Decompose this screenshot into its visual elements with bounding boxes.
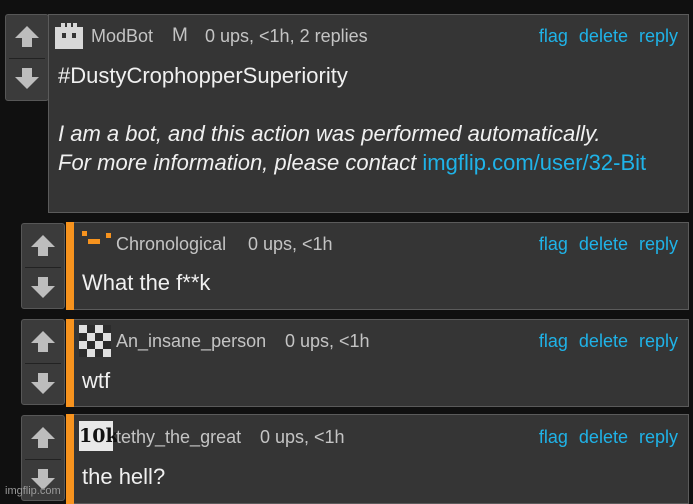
comment-an-insane-person: An_insane_person 0 ups, <1h flag delete …	[66, 319, 689, 407]
vote-box	[21, 223, 65, 309]
new-comment-stripe	[66, 319, 74, 407]
vote-divider	[25, 363, 61, 364]
comment-text: wtf	[82, 368, 111, 393]
comment-actions: flag delete reply	[533, 331, 678, 352]
downvote-button[interactable]	[22, 365, 64, 403]
new-comment-stripe	[66, 414, 74, 504]
mod-badge: M	[172, 25, 188, 46]
upvote-arrow-icon	[31, 235, 55, 256]
downvote-arrow-icon	[31, 277, 55, 298]
delete-link[interactable]: delete	[579, 331, 628, 351]
new-comment-stripe	[66, 222, 74, 310]
imgflip-watermark: imgflip.com	[5, 485, 61, 497]
flag-link[interactable]: flag	[539, 234, 568, 254]
vote-box	[5, 14, 49, 101]
reply-link[interactable]: reply	[639, 26, 678, 46]
reply-link[interactable]: reply	[639, 331, 678, 351]
vote-divider	[25, 459, 61, 460]
avatar[interactable]	[54, 21, 84, 56]
comment-text: the hell?	[82, 464, 166, 489]
comment-text: What the f**k	[82, 270, 211, 295]
flag-link[interactable]: flag	[539, 331, 568, 351]
upvote-arrow-icon	[31, 427, 55, 448]
flag-link[interactable]: flag	[539, 26, 568, 46]
comment-meta: 0 ups, <1h	[248, 234, 333, 254]
checker-avatar-icon	[79, 325, 111, 357]
comment-actions: flag delete reply	[533, 234, 678, 255]
upvote-button[interactable]	[22, 322, 64, 360]
bot-notice-text: For more information, please contact	[58, 150, 417, 175]
contact-link[interactable]: imgflip.com/user/32-Bit	[422, 150, 646, 175]
username[interactable]: ModBot	[91, 26, 153, 47]
username[interactable]: Chronological	[116, 234, 226, 255]
vote-divider	[9, 58, 45, 59]
avatar[interactable]	[79, 325, 111, 362]
comment-meta: 0 ups, <1h, 2 replies	[205, 26, 368, 46]
castle-avatar-icon	[55, 23, 83, 49]
upvote-arrow-icon	[31, 331, 55, 352]
upvote-button[interactable]	[6, 17, 48, 55]
avatar[interactable]: 10k	[79, 421, 119, 451]
reply-link[interactable]: reply	[639, 427, 678, 447]
username[interactable]: An_insane_person	[116, 331, 266, 352]
comment-chronological: Chronological 0 ups, <1h flag delete rep…	[66, 222, 689, 310]
delete-link[interactable]: delete	[579, 427, 628, 447]
flag-link[interactable]: flag	[539, 427, 568, 447]
vote-box	[21, 319, 65, 405]
upvote-button[interactable]	[22, 226, 64, 264]
upvote-arrow-icon	[15, 26, 39, 47]
downvote-button[interactable]	[22, 269, 64, 307]
downvote-button[interactable]	[6, 60, 48, 98]
avatar[interactable]	[80, 229, 114, 256]
bot-notice-line2: For more information, please contact img…	[58, 148, 683, 177]
delete-link[interactable]: delete	[579, 26, 628, 46]
comment-meta: 0 ups, <1h	[260, 427, 345, 447]
reply-link[interactable]: reply	[639, 234, 678, 254]
comment-text: #DustyCrophopperSuperiority	[58, 63, 348, 88]
comment-tethy-the-great: 10k tethy_the_great 0 ups, <1h flag dele…	[66, 414, 689, 504]
avatar-text: 10k	[79, 425, 119, 447]
comment-meta: 0 ups, <1h	[285, 331, 370, 351]
downvote-arrow-icon	[15, 68, 39, 89]
pixel-avatar-icon	[82, 231, 111, 244]
upvote-button[interactable]	[22, 418, 64, 456]
comment-modbot: ModBot M 0 ups, <1h, 2 replies flag dele…	[48, 14, 689, 213]
comment-actions: flag delete reply	[533, 427, 678, 448]
username[interactable]: tethy_the_great	[116, 427, 241, 448]
downvote-arrow-icon	[31, 373, 55, 394]
delete-link[interactable]: delete	[579, 234, 628, 254]
bot-notice-line1: I am a bot, and this action was performe…	[58, 121, 601, 146]
vote-divider	[25, 267, 61, 268]
comment-actions: flag delete reply	[533, 26, 678, 47]
